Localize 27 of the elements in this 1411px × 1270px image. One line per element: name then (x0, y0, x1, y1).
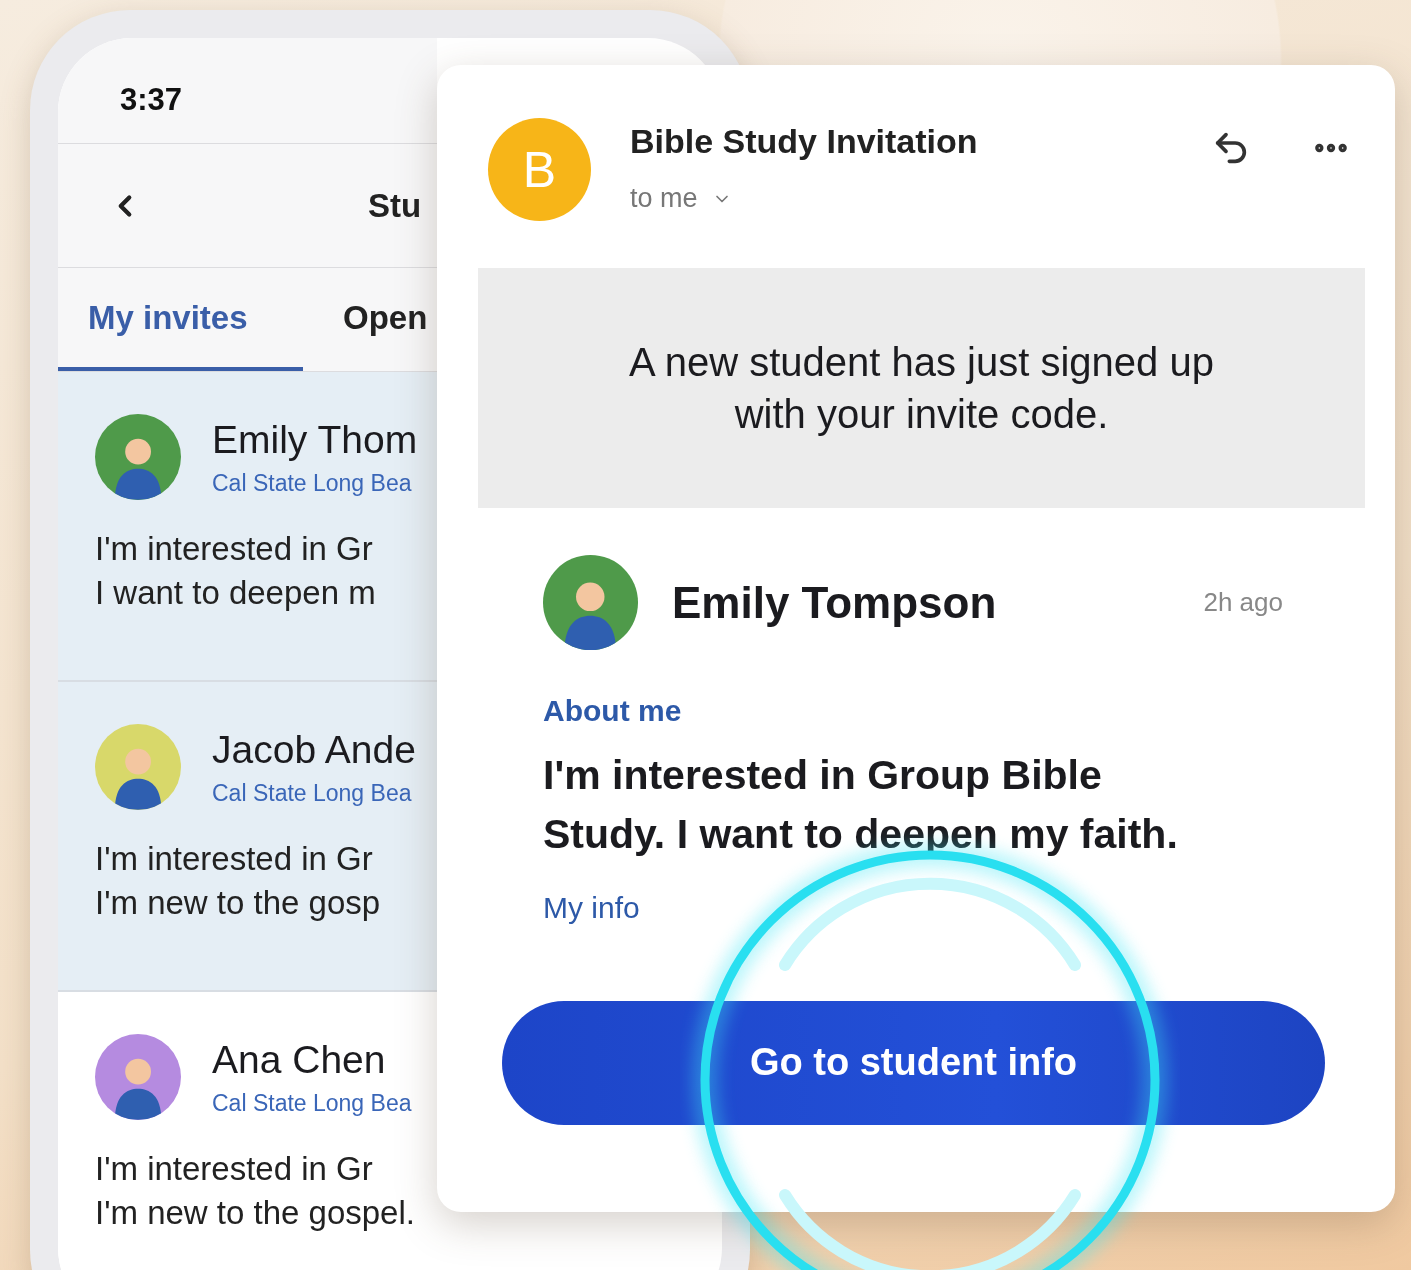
sender-avatar: B (488, 118, 591, 221)
invite-message: I'm new to the gosp (95, 884, 381, 922)
invite-message: I'm interested in Gr (95, 1150, 373, 1188)
invite-message: I'm interested in Gr (95, 530, 373, 568)
invite-message: I'm new to the gospel. (95, 1194, 415, 1232)
tab[interactable]: Open (303, 268, 428, 371)
time-label: 2h ago (1203, 587, 1283, 618)
invite-name: Emily Thom (212, 417, 418, 462)
about-label: About me (543, 694, 682, 728)
invite-name: Jacob Ande (212, 727, 416, 772)
about-text: I'm interested in Group Bible Study. I want to deepen my faith. (543, 751, 1179, 860)
recipient-label: to me (630, 183, 698, 214)
info-link[interactable]: My info (543, 890, 640, 925)
invite-message: I'm interested in Gr (95, 840, 373, 878)
screen-title: Stu (368, 186, 422, 225)
notice-text: A new student has just signed up with your invite code. (628, 339, 1215, 438)
student-name: Emily Tompson (672, 577, 998, 628)
invite-school: Cal State Long Bea (212, 1089, 412, 1117)
email-subject: Bible Study Invitation (630, 122, 979, 161)
invite-school: Cal State Long Bea (212, 779, 413, 807)
invite-row[interactable]: Jacob Ande Cal State Long Bea I'm interested in Gr I'm new to the gosp (58, 682, 437, 992)
invite-row[interactable]: Emily Thom Cal State Long Bea I'm interested in Gr I want to deepen m (58, 372, 437, 682)
status-time: 3:37 (120, 82, 183, 117)
invite-school: Cal State Long Bea (212, 469, 413, 497)
student-info-button[interactable]: Go to student info (502, 1000, 1325, 1125)
invite-name: Ana Chen (212, 1037, 387, 1082)
invite-message: I want to deepen m (95, 574, 376, 612)
